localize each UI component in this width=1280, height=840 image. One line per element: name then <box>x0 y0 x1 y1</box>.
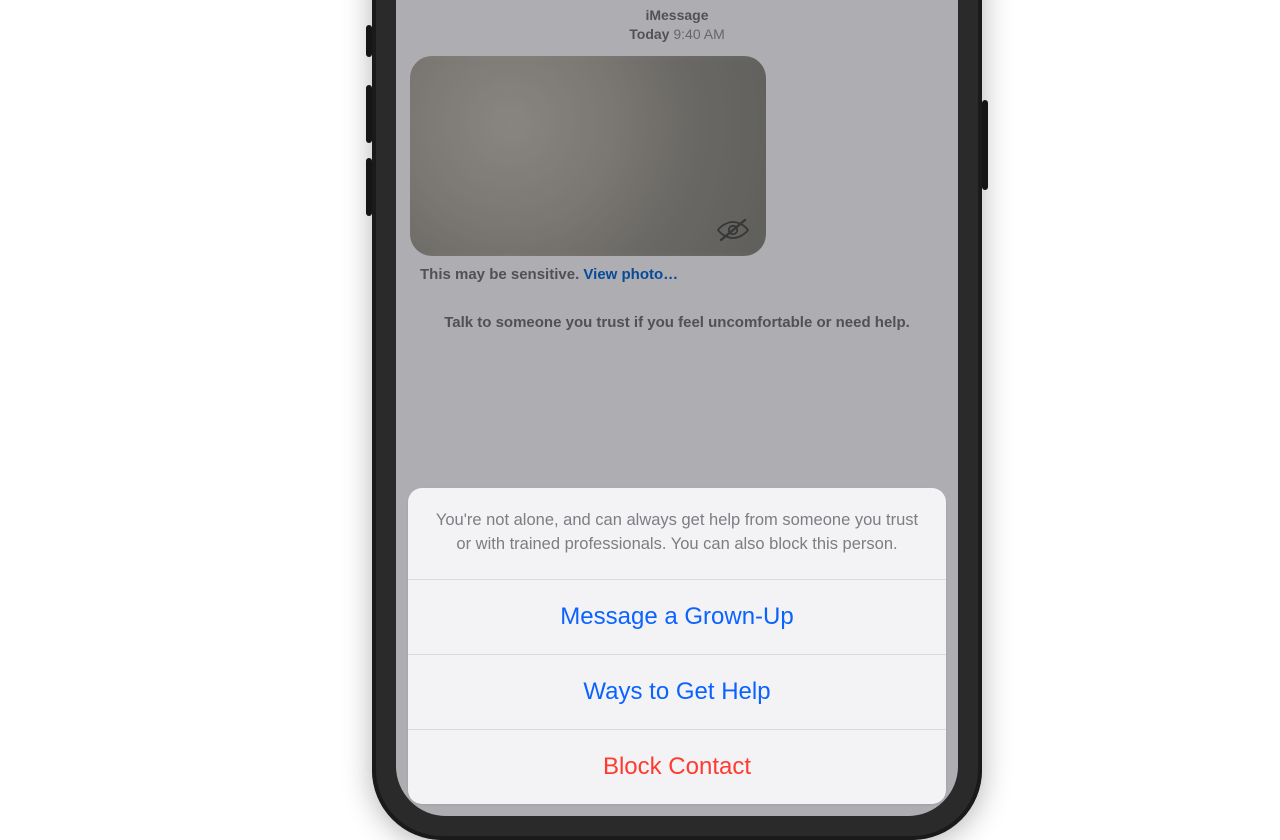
phone-screen: iMessage Today 9:40 AM T <box>396 0 958 816</box>
view-photo-link[interactable]: View photo… <box>583 266 678 283</box>
blurred-photo <box>410 56 766 256</box>
trust-help-line: Talk to someone you trust if you feel un… <box>426 313 928 333</box>
phone-volume-down <box>366 158 372 216</box>
action-ways-to-get-help[interactable]: Ways to Get Help <box>408 654 946 729</box>
action-sheet: You're not alone, and can always get hel… <box>408 488 946 805</box>
action-block-contact[interactable]: Block Contact <box>408 729 946 804</box>
blurred-photo-bubble[interactable] <box>410 56 766 256</box>
message-timestamp: iMessage Today 9:40 AM <box>396 6 958 44</box>
timestamp-time: 9:40 AM <box>673 26 724 42</box>
sensitive-caption-text: This may be sensitive. <box>420 266 579 283</box>
service-label: iMessage <box>645 7 708 23</box>
action-message-grownup[interactable]: Message a Grown-Up <box>408 579 946 654</box>
phone-volume-up <box>366 85 372 143</box>
action-sheet-group: You're not alone, and can always get hel… <box>408 488 946 805</box>
hidden-eye-icon <box>716 218 750 242</box>
phone-frame: iMessage Today 9:40 AM T <box>372 0 982 840</box>
incoming-message[interactable] <box>410 56 766 256</box>
messages-conversation: iMessage Today 9:40 AM T <box>396 0 958 333</box>
action-sheet-header: You're not alone, and can always get hel… <box>408 488 946 580</box>
phone-side-button <box>982 100 988 190</box>
sensitive-caption: This may be sensitive. View photo… <box>420 266 958 283</box>
phone-mute-switch <box>366 25 372 57</box>
timestamp-day: Today <box>629 26 669 42</box>
